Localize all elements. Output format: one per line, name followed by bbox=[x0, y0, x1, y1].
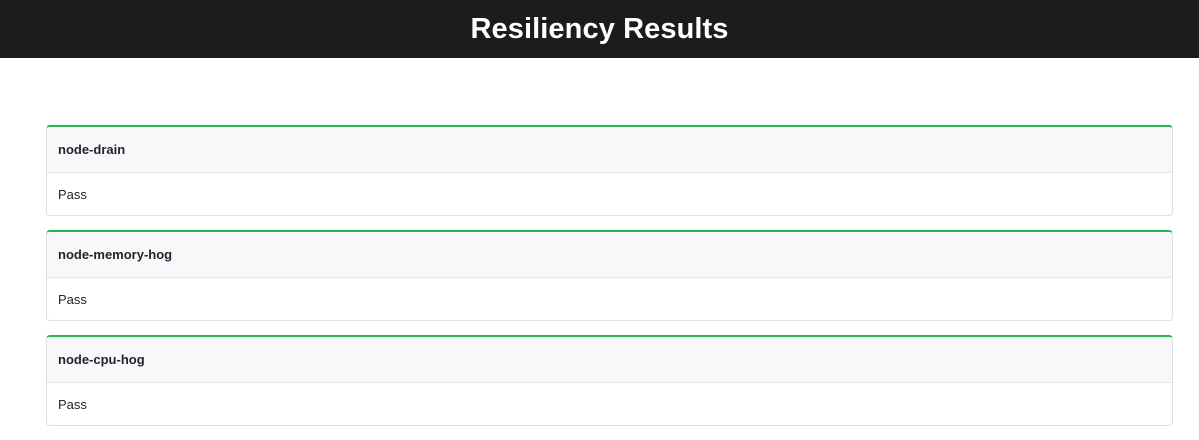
result-card-header: node-drain bbox=[47, 127, 1172, 173]
result-card-node-memory-hog: node-memory-hog Pass bbox=[46, 230, 1173, 321]
result-card-node-cpu-hog: node-cpu-hog Pass bbox=[46, 335, 1173, 426]
result-card-header: node-cpu-hog bbox=[47, 337, 1172, 383]
results-list: node-drain Pass node-memory-hog Pass nod… bbox=[46, 125, 1173, 440]
result-status: Pass bbox=[58, 291, 87, 307]
page-title: Resiliency Results bbox=[470, 12, 729, 45]
result-status: Pass bbox=[58, 396, 87, 412]
result-status: Pass bbox=[58, 186, 87, 202]
result-card-node-drain: node-drain Pass bbox=[46, 125, 1173, 216]
top-bar: Resiliency Results bbox=[0, 0, 1199, 58]
result-card-header: node-memory-hog bbox=[47, 232, 1172, 278]
